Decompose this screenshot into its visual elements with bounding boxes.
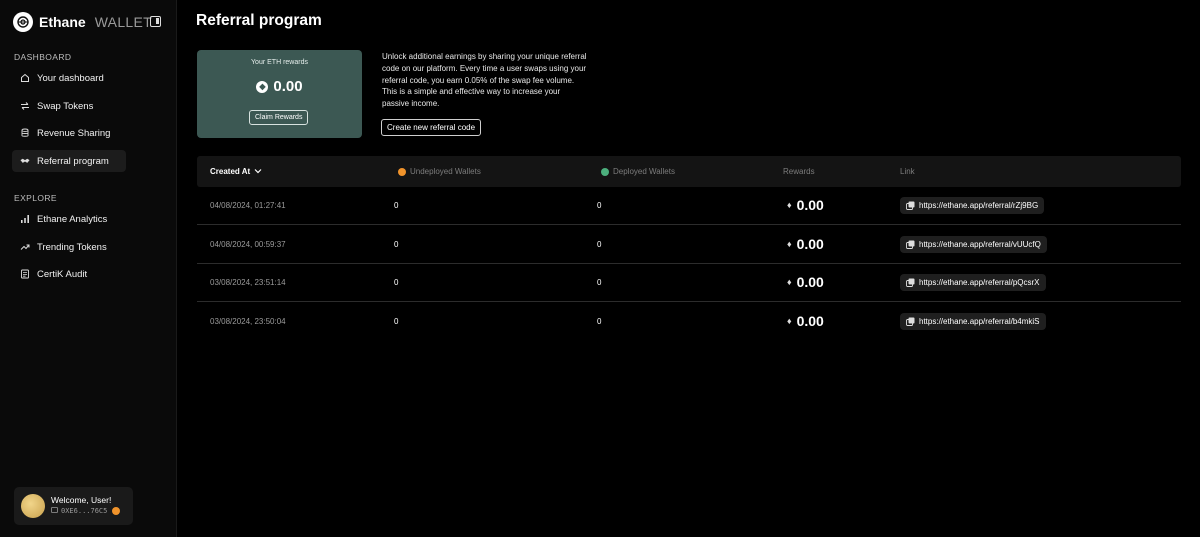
row-reward-value: 0.00 <box>796 197 824 213</box>
rewards-amount: ◆ 0.00 <box>197 78 362 95</box>
sidebar-item-certik-audit[interactable]: CertiK Audit <box>12 263 126 285</box>
table-row: 03/08/2024, 23:50:04 0 0 ♦ 0.00 https://… <box>197 303 1181 341</box>
column-undeployed-wallets: Undeployed Wallets <box>398 167 481 176</box>
bar-chart-icon <box>20 214 30 224</box>
collapse-sidebar-icon[interactable] <box>150 16 161 27</box>
chevron-down-icon <box>254 167 262 176</box>
eth-icon: ♦ <box>787 239 792 249</box>
sidebar: Ethane WALLET DASHBOARD Your dashboard S… <box>0 0 177 537</box>
sidebar-item-label: Referral program <box>37 155 109 167</box>
wallet-icon <box>51 507 58 515</box>
sidebar-item-dashboard[interactable]: Your dashboard <box>12 67 126 89</box>
sidebar-item-label: CertiK Audit <box>37 268 88 280</box>
table-row: 04/08/2024, 01:27:41 0 0 ♦ 0.00 https://… <box>197 187 1181 225</box>
referral-link-copy[interactable]: https://ethane.app/referral/b4mkiS <box>900 313 1046 330</box>
eth-icon: ♦ <box>787 277 792 287</box>
row-deployed: 0 <box>597 201 602 210</box>
section-label-dashboard: DASHBOARD <box>14 52 72 62</box>
copy-icon <box>906 240 915 249</box>
row-deployed: 0 <box>597 278 602 287</box>
sidebar-item-trending-tokens[interactable]: Trending Tokens <box>12 236 126 258</box>
copy-icon <box>906 201 915 210</box>
eth-icon: ♦ <box>787 316 792 326</box>
column-link: Link <box>900 167 915 176</box>
sidebar-item-label: Swap Tokens <box>37 100 94 112</box>
column-link-label: Link <box>900 167 915 176</box>
referral-link-text: https://ethane.app/referral/b4mkiS <box>919 317 1040 326</box>
audit-icon <box>20 269 30 279</box>
row-reward: ♦ 0.00 <box>787 274 824 290</box>
column-created-at-label: Created At <box>210 167 251 176</box>
create-referral-code-button[interactable]: Create new referral code <box>381 119 482 136</box>
row-created-at: 04/08/2024, 00:59:37 <box>210 240 286 249</box>
row-undeployed: 0 <box>394 201 399 210</box>
welcome-text: Welcome, User! <box>51 495 112 505</box>
row-created-at: 03/08/2024, 23:50:04 <box>210 317 286 326</box>
column-deployed-wallets: Deployed Wallets <box>601 167 675 176</box>
wallet-address-text: 0XE6...76C5 <box>61 507 108 515</box>
referral-link-copy[interactable]: https://ethane.app/referral/vUUcfQ <box>900 236 1047 253</box>
row-deployed: 0 <box>597 240 602 249</box>
referral-description: Unlock additional earnings by sharing yo… <box>382 52 587 109</box>
row-created-at: 04/08/2024, 01:27:41 <box>210 201 286 210</box>
sidebar-item-referral-program[interactable]: Referral program <box>12 150 126 172</box>
column-rewards-label: Rewards <box>783 167 815 176</box>
row-reward-value: 0.00 <box>796 236 824 252</box>
brand-name: Ethane <box>39 14 86 30</box>
brand[interactable]: Ethane WALLET <box>13 12 152 32</box>
row-created-at: 03/08/2024, 23:51:14 <box>210 278 286 287</box>
page-title: Referral program <box>196 12 322 29</box>
section-label-explore: EXPLORE <box>14 193 57 203</box>
sidebar-item-label: Your dashboard <box>37 72 104 84</box>
metamask-icon <box>112 507 121 515</box>
rewards-card: Your ETH rewards ◆ 0.00 Claim Rewards <box>197 50 362 138</box>
table-row: 04/08/2024, 00:59:37 0 0 ♦ 0.00 https://… <box>197 226 1181 264</box>
row-reward: ♦ 0.00 <box>787 236 824 252</box>
swap-icon <box>20 101 30 111</box>
referral-link-copy[interactable]: https://ethane.app/referral/rZj9BG <box>900 197 1045 214</box>
claim-rewards-button[interactable]: Claim Rewards <box>249 110 309 125</box>
ethane-logo-icon <box>13 12 33 32</box>
column-undeployed-label: Undeployed Wallets <box>410 167 481 176</box>
sidebar-item-revenue-sharing[interactable]: Revenue Sharing <box>12 122 126 144</box>
brand-sub: WALLET <box>94 14 152 30</box>
table-header: Created At Undeployed Wallets Deployed W… <box>197 156 1181 187</box>
referral-link-copy[interactable]: https://ethane.app/referral/pQcsrX <box>900 274 1046 291</box>
trending-up-icon <box>20 242 30 252</box>
row-reward: ♦ 0.00 <box>787 313 824 329</box>
database-icon <box>20 128 30 138</box>
row-undeployed: 0 <box>394 240 399 249</box>
row-deployed: 0 <box>597 317 602 326</box>
eth-icon: ◆ <box>256 80 269 93</box>
user-card[interactable]: Welcome, User! 0XE6...76C5 <box>14 487 133 525</box>
home-icon <box>20 73 30 83</box>
eth-icon: ♦ <box>787 200 792 210</box>
row-undeployed: 0 <box>394 317 399 326</box>
row-reward: ♦ 0.00 <box>787 197 824 213</box>
copy-icon <box>906 317 915 326</box>
deployed-status-dot <box>601 167 609 176</box>
sidebar-item-swap-tokens[interactable]: Swap Tokens <box>12 95 126 117</box>
copy-icon <box>906 278 915 287</box>
rewards-label: Your ETH rewards <box>251 59 308 66</box>
undeployed-status-dot <box>398 167 406 176</box>
avatar <box>21 494 45 518</box>
row-reward-value: 0.00 <box>796 313 824 329</box>
row-undeployed: 0 <box>394 278 399 287</box>
handshake-icon <box>20 156 30 166</box>
sidebar-item-ethane-analytics[interactable]: Ethane Analytics <box>12 208 126 230</box>
referral-link-text: https://ethane.app/referral/rZj9BG <box>919 201 1039 210</box>
wallet-address: 0XE6...76C5 <box>51 507 121 515</box>
sidebar-item-label: Ethane Analytics <box>37 213 108 225</box>
row-reward-value: 0.00 <box>796 274 824 290</box>
sidebar-item-label: Trending Tokens <box>37 241 107 253</box>
referral-link-text: https://ethane.app/referral/pQcsrX <box>919 278 1040 287</box>
column-deployed-label: Deployed Wallets <box>613 167 675 176</box>
column-rewards: Rewards <box>783 167 815 176</box>
table-row: 03/08/2024, 23:51:14 0 0 ♦ 0.00 https://… <box>197 264 1181 302</box>
rewards-amount-value: 0.00 <box>273 78 303 95</box>
column-created-at[interactable]: Created At <box>210 167 262 176</box>
sidebar-item-label: Revenue Sharing <box>37 127 111 139</box>
referral-link-text: https://ethane.app/referral/vUUcfQ <box>919 240 1041 249</box>
